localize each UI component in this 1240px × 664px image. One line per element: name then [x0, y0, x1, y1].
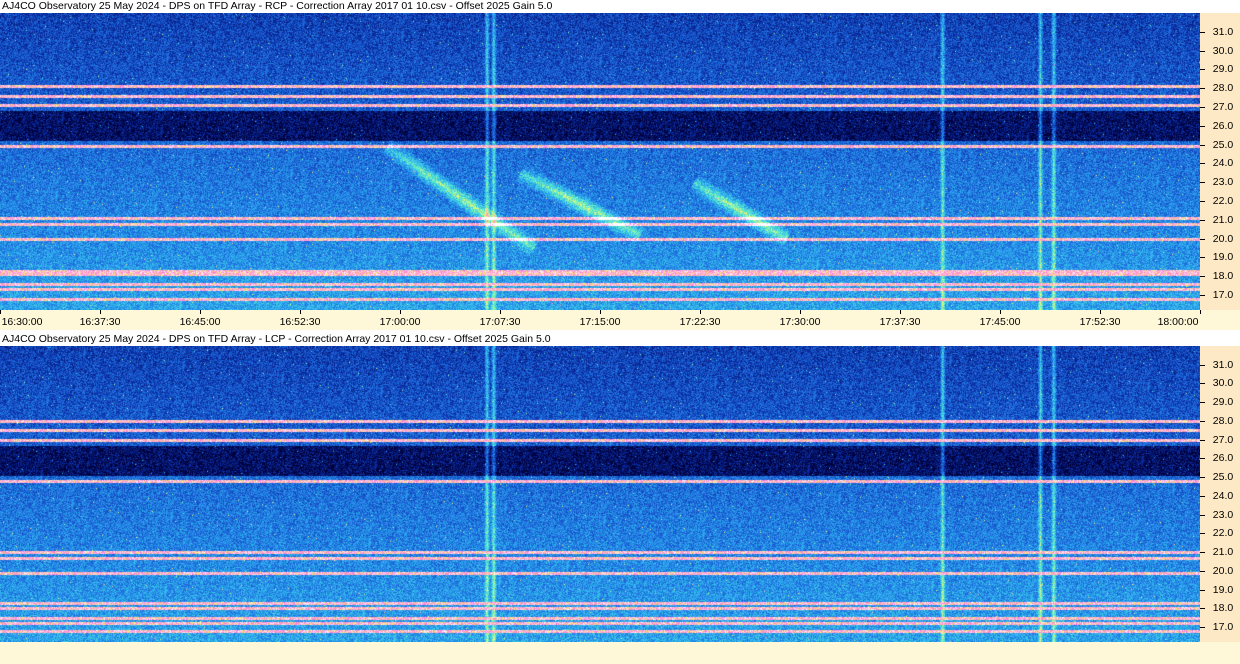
- x-tick-mark: [600, 310, 601, 314]
- y-tick-mark: [1200, 257, 1205, 259]
- y-tick-mark: [1200, 294, 1205, 296]
- y-tick-mark: [1200, 144, 1205, 146]
- y-tick-mark: [1200, 106, 1205, 108]
- y-tick-label: 30.0: [1212, 44, 1234, 57]
- y-tick-label: 22.0: [1212, 194, 1234, 207]
- y-tick-mark: [1200, 458, 1205, 460]
- y-tick-label: 27.0: [1212, 100, 1234, 113]
- x-tick-label: 17:22:30: [679, 316, 721, 328]
- y-tick-mark: [1200, 552, 1205, 554]
- rcp-frequency-axis: 31.0 30.0 29.0 28.0 27.0 26.0 25.0 24.0 23.0 22.0…: [1200, 13, 1240, 310]
- y-tick-label: 21.0: [1212, 546, 1234, 559]
- x-tick-mark: [100, 310, 101, 314]
- x-tick-label: 17:00:00: [379, 316, 421, 328]
- lcp-time-axis: [0, 642, 1240, 664]
- y-tick-label: 25.0: [1212, 138, 1234, 151]
- y-tick-label: 26.0: [1212, 119, 1234, 132]
- y-tick-label: 20.0: [1212, 564, 1234, 577]
- y-tick-mark: [1200, 570, 1205, 572]
- y-tick-label: 18.0: [1212, 602, 1234, 615]
- x-tick-label: 17:37:30: [879, 316, 921, 328]
- y-tick-mark: [1200, 276, 1205, 278]
- x-tick-mark: [900, 310, 901, 314]
- y-tick-mark: [1200, 88, 1205, 90]
- y-tick-label: 26.0: [1212, 452, 1234, 465]
- y-tick-label: 28.0: [1212, 82, 1234, 95]
- y-tick-mark: [1200, 31, 1205, 33]
- y-tick-label: 17.0: [1212, 621, 1234, 633]
- x-tick-label: 16:30:00: [1, 316, 43, 328]
- y-tick-label: 27.0: [1212, 433, 1234, 446]
- x-tick-mark: [400, 310, 401, 314]
- y-tick-label: 31.0: [1212, 358, 1234, 371]
- y-tick-label: 19.0: [1212, 251, 1234, 264]
- lcp-panel-title: AJ4CO Observatory 25 May 2024 - DPS on T…: [2, 333, 551, 345]
- rcp-spectrogram: [0, 13, 1200, 310]
- y-tick-label: 17.0: [1212, 288, 1234, 301]
- y-tick-label: 21.0: [1212, 213, 1234, 226]
- x-tick-mark: [700, 310, 701, 314]
- x-tick-mark: [0, 310, 1, 314]
- x-tick-mark: [800, 310, 801, 314]
- y-tick-label: 23.0: [1212, 508, 1234, 521]
- x-tick-label: 17:45:00: [979, 316, 1021, 328]
- y-tick-label: 29.0: [1212, 63, 1234, 76]
- y-tick-label: 29.0: [1212, 396, 1234, 409]
- y-tick-label: 19.0: [1212, 583, 1234, 596]
- y-tick-mark: [1200, 50, 1205, 52]
- y-tick-label: 24.0: [1212, 157, 1234, 170]
- y-tick-mark: [1200, 514, 1205, 516]
- y-tick-mark: [1200, 163, 1205, 165]
- x-tick-label: 17:07:30: [479, 316, 521, 328]
- lcp-spectrogram: [0, 346, 1200, 642]
- y-tick-mark: [1200, 589, 1205, 591]
- y-tick-label: 22.0: [1212, 527, 1234, 540]
- y-tick-mark: [1200, 420, 1205, 422]
- rcp-panel-title: AJ4CO Observatory 25 May 2024 - DPS on T…: [2, 0, 553, 12]
- x-tick-mark: [500, 310, 501, 314]
- y-tick-mark: [1200, 364, 1205, 366]
- x-tick-mark: [1200, 310, 1201, 314]
- y-tick-label: 28.0: [1212, 414, 1234, 427]
- y-tick-mark: [1200, 402, 1205, 404]
- y-tick-label: 30.0: [1212, 377, 1234, 390]
- lcp-frequency-axis: 31.0 30.0 29.0 28.0 27.0 26.0 25.0 24.0 23.0 22.0…: [1200, 346, 1240, 642]
- y-tick-mark: [1200, 200, 1205, 202]
- x-tick-label: 17:30:00: [779, 316, 821, 328]
- y-tick-mark: [1200, 219, 1205, 221]
- y-tick-mark: [1200, 383, 1205, 385]
- y-tick-mark: [1200, 608, 1205, 610]
- x-tick-label: 16:45:00: [179, 316, 221, 328]
- y-tick-label: 31.0: [1212, 25, 1234, 38]
- y-tick-label: 20.0: [1212, 232, 1234, 245]
- x-tick-label: 17:52:30: [1079, 316, 1121, 328]
- y-tick-label: 18.0: [1212, 270, 1234, 283]
- time-axis: 16:30:00 16:37:30 16:45:00 16:52:30 17:00:00…: [0, 310, 1240, 330]
- y-tick-label: 24.0: [1212, 489, 1234, 502]
- y-tick-mark: [1200, 238, 1205, 240]
- x-tick-label: 18:00:00: [1157, 316, 1199, 328]
- y-tick-mark: [1200, 627, 1205, 628]
- x-tick-mark: [200, 310, 201, 314]
- y-tick-label: 25.0: [1212, 471, 1234, 484]
- x-tick-mark: [1100, 310, 1101, 314]
- y-tick-mark: [1200, 69, 1205, 71]
- y-tick-mark: [1200, 125, 1205, 127]
- y-tick-mark: [1200, 533, 1205, 535]
- x-tick-label: 17:15:00: [579, 316, 621, 328]
- x-tick-mark: [1000, 310, 1001, 314]
- x-tick-label: 16:37:30: [79, 316, 121, 328]
- y-tick-mark: [1200, 439, 1205, 441]
- y-tick-mark: [1200, 182, 1205, 184]
- x-tick-mark: [300, 310, 301, 314]
- y-tick-mark: [1200, 495, 1205, 497]
- x-tick-label: 16:52:30: [279, 316, 321, 328]
- y-tick-label: 23.0: [1212, 176, 1234, 189]
- y-tick-mark: [1200, 477, 1205, 479]
